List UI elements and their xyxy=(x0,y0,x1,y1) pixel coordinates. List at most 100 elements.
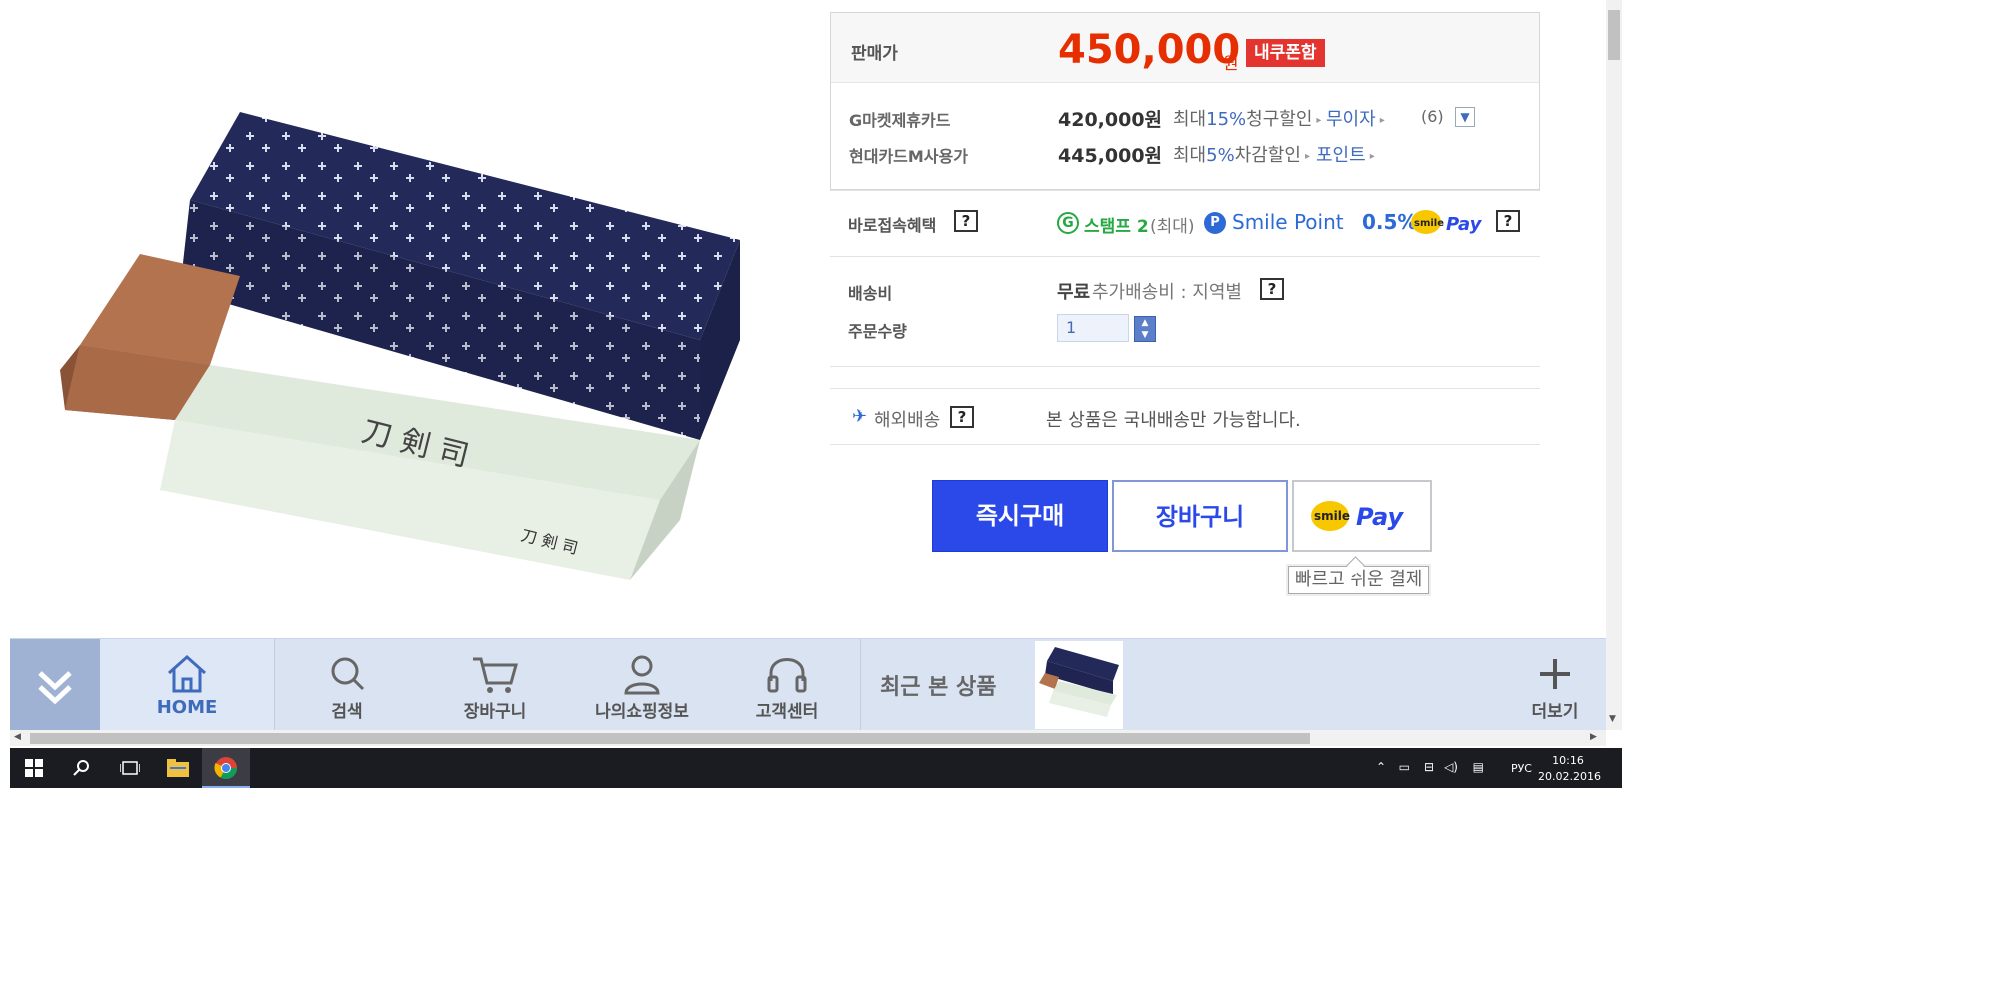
chevron-up-icon[interactable]: ⌃ xyxy=(1376,760,1386,774)
clock-time[interactable]: 10:16 xyxy=(1538,754,1598,767)
scroll-right-arrow-icon[interactable]: ▶ xyxy=(1590,732,1597,742)
divider xyxy=(830,366,1540,367)
card-amount: 445,000원 xyxy=(1058,145,1163,167)
quantity-stepper[interactable]: ▲ ▼ xyxy=(1134,316,1156,342)
smilepay-pay-text: Pay xyxy=(1356,503,1405,531)
card-label: 현대카드M사용가 xyxy=(849,147,968,166)
task-view-icon[interactable] xyxy=(106,748,154,788)
browser-viewport: 刀 剣 司 刀 剣 司 판매가 450,000 원 내쿠폰함 G마켓제휴카드 4… xyxy=(10,0,1622,752)
language-indicator[interactable]: РУС xyxy=(1511,762,1532,775)
nav-customer-center[interactable]: 고객센터 xyxy=(714,639,860,731)
smile-point-text: Smile Point xyxy=(1232,210,1344,234)
chevron-right-icon: ▸ xyxy=(1316,114,1322,126)
help-icon[interactable]: ? xyxy=(954,210,978,232)
nav-label: 검색 xyxy=(331,702,363,722)
my-coupon-button[interactable]: 내쿠폰함 xyxy=(1246,39,1325,67)
link-label: 무이자 xyxy=(1326,109,1376,130)
help-icon[interactable]: ? xyxy=(1496,210,1520,232)
smilepay-smile-text: smile xyxy=(1314,509,1350,523)
home-icon xyxy=(168,654,206,693)
nav-my-shopping[interactable]: 나의쇼핑정보 xyxy=(570,639,714,731)
price-row: 판매가 450,000 원 내쿠폰함 xyxy=(831,13,1539,83)
quantity-input[interactable]: 1 xyxy=(1057,314,1129,342)
recent-item-thumbnail[interactable] xyxy=(1035,641,1123,729)
smilepay-smile-text: smile xyxy=(1414,218,1444,229)
collapse-button[interactable] xyxy=(10,639,100,731)
price-unit: 원 xyxy=(1223,54,1239,74)
interest-free-link[interactable]: 무이자 ▸ xyxy=(1326,105,1385,131)
notification-icon[interactable]: ▤ xyxy=(1473,760,1484,774)
card-discount-link[interactable]: 최대15%청구할인 ▸ xyxy=(1173,105,1321,131)
user-icon xyxy=(624,655,660,695)
cart-icon xyxy=(473,657,518,693)
point-link[interactable]: 포인트 ▸ xyxy=(1316,141,1375,167)
price-box: 판매가 450,000 원 내쿠폰함 G마켓제휴카드 420,000원 최대15… xyxy=(830,12,1540,190)
help-icon[interactable]: ? xyxy=(950,406,974,428)
screen: 刀 剣 司 刀 剣 司 판매가 450,000 원 내쿠폰함 G마켓제휴카드 4… xyxy=(0,0,2000,1000)
discount-pct: 5% xyxy=(1206,145,1235,166)
divider xyxy=(830,444,1540,445)
overseas-row: ✈ 해외배송 ? 본 상품은 국내배송만 가능합니다. xyxy=(830,388,1540,444)
clock-date[interactable]: 20.02.2016 xyxy=(1538,770,1601,783)
nav-more[interactable]: 더보기 xyxy=(1510,639,1600,731)
overseas-label: 해외배송 xyxy=(874,410,941,431)
smilepay-tooltip: 빠르고 쉬운 결제 xyxy=(1288,566,1430,594)
stamp-max: (최대) xyxy=(1150,217,1195,237)
nav-label: 장바구니 xyxy=(463,702,527,722)
card-count: (6) xyxy=(1421,107,1444,126)
scrollbar-thumb[interactable] xyxy=(30,733,1310,744)
nav-label: 나의쇼핑정보 xyxy=(595,702,689,722)
card-discount-link[interactable]: 최대5%차감할인 ▸ xyxy=(1173,141,1310,167)
smile-point-icon: P xyxy=(1204,212,1226,234)
smilepay-button[interactable]: smile Pay xyxy=(1292,480,1432,552)
network-icon[interactable]: ⊟ xyxy=(1424,760,1434,774)
nav-cart[interactable]: 장바구니 xyxy=(420,639,570,731)
taskbar: ⌃ ▭ ⊟ ◁) ▤ РУС 10:16 20.02.2016 xyxy=(10,748,1622,788)
volume-icon[interactable]: ◁) xyxy=(1444,760,1458,774)
windows-start-icon[interactable] xyxy=(10,748,58,788)
overseas-text: 본 상품은 국내배송만 가능합니다. xyxy=(1046,410,1301,431)
bottom-nav-bar: HOME 검색 장바구니 나의쇼핑정보 고객센터 최근 본 상품 더보기 xyxy=(10,638,1606,731)
stamp-text: 스탬프 2 xyxy=(1084,217,1149,237)
add-to-cart-button[interactable]: 장바구니 xyxy=(1112,480,1288,552)
scroll-left-arrow-icon[interactable]: ◀ xyxy=(14,732,21,742)
smilepay-logo: smile Pay xyxy=(1411,210,1483,235)
card-label: G마켓제휴카드 xyxy=(849,111,951,130)
card-row-hyundai: 현대카드M사용가 445,000원 최대5%차감할인 ▸ 포인트 ▸ xyxy=(831,135,1539,171)
chevron-right-icon: ▸ xyxy=(1304,150,1310,162)
discount-suffix: 차감할인 xyxy=(1234,145,1301,166)
card-amount: 420,000원 xyxy=(1058,109,1163,131)
file-explorer-icon[interactable] xyxy=(154,748,202,788)
smilepay-pay-text: Pay xyxy=(1446,214,1483,235)
headset-icon xyxy=(767,658,807,693)
shipping-label: 배송비 xyxy=(848,284,893,303)
discount-prefix: 최대 xyxy=(1173,109,1207,130)
chrome-icon[interactable] xyxy=(202,748,250,788)
buy-now-button[interactable]: 즉시구매 xyxy=(932,480,1108,552)
scrollbar-thumb[interactable] xyxy=(1608,10,1620,60)
search-icon[interactable] xyxy=(58,748,106,788)
product-image: 刀 剣 司 刀 剣 司 xyxy=(60,112,740,580)
scroll-down-arrow-icon[interactable]: ▼ xyxy=(1609,714,1616,724)
chevron-right-icon: ▸ xyxy=(1369,150,1375,162)
shipping-free: 무료 xyxy=(1057,282,1091,303)
chevron-right-icon: ▸ xyxy=(1379,114,1385,126)
battery-icon[interactable]: ▭ xyxy=(1399,760,1410,774)
price-label: 판매가 xyxy=(851,44,898,64)
vertical-scrollbar[interactable]: ▼ xyxy=(1606,0,1622,730)
benefit-row: 바로접속혜택 ? G 스탬프 2 (최대) P Smile Point 0.5%… xyxy=(830,190,1540,256)
divider xyxy=(830,190,1540,191)
nav-home[interactable]: HOME xyxy=(100,639,274,731)
nav-search[interactable]: 검색 xyxy=(274,639,420,731)
double-chevron-down-icon xyxy=(38,671,72,705)
horizontal-scrollbar[interactable]: ◀ ▶ xyxy=(10,730,1606,746)
discount-prefix: 최대 xyxy=(1173,145,1207,166)
help-icon[interactable]: ? xyxy=(1260,278,1284,300)
smilepay-logo: smile Pay xyxy=(1311,501,1405,531)
chevron-down-icon[interactable]: ▼ xyxy=(1455,107,1475,127)
search-icon xyxy=(331,657,365,691)
link-label: 포인트 xyxy=(1316,145,1366,166)
nav-label: HOME xyxy=(156,697,218,718)
price-value: 450,000 xyxy=(1058,27,1241,73)
plus-icon xyxy=(1540,659,1570,689)
